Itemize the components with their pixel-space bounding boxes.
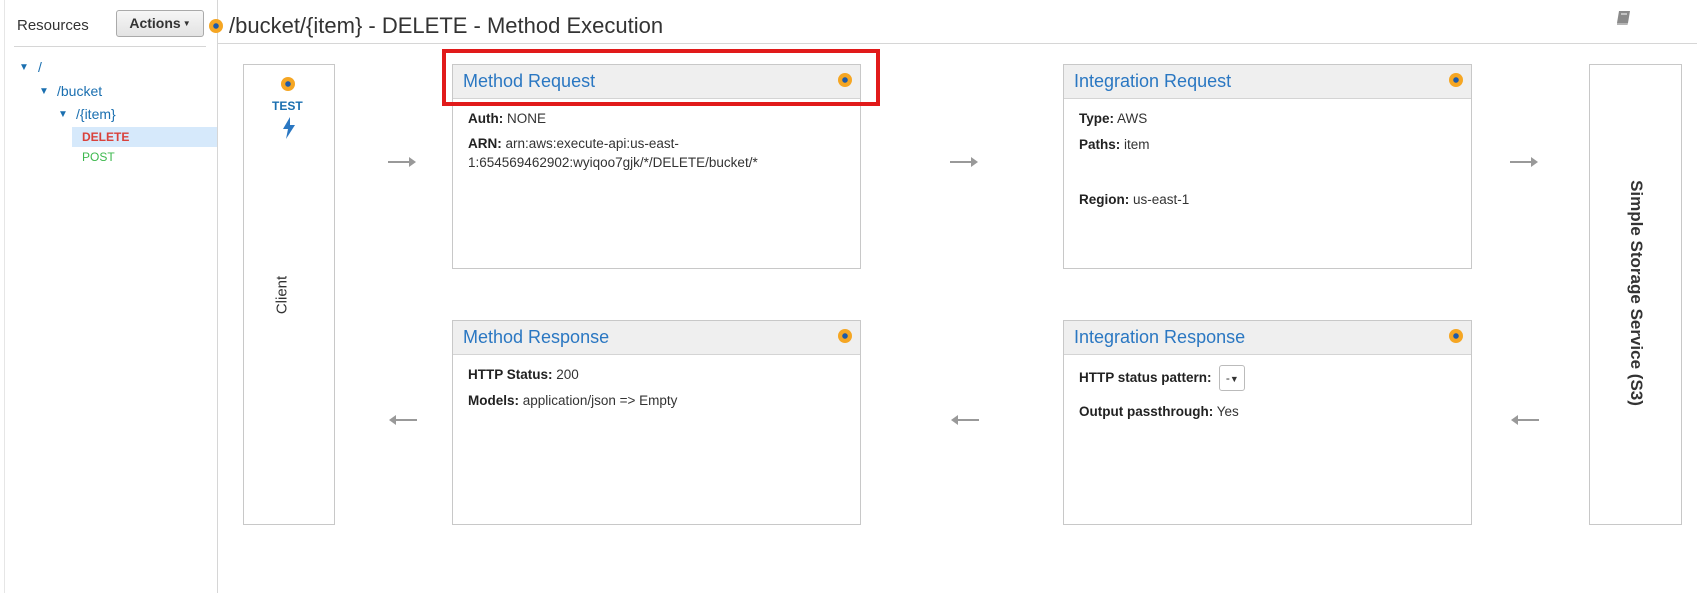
integration-response-header: Integration Response [1064, 321, 1471, 355]
tree-item-root[interactable]: / [38, 59, 42, 75]
arrow-right-icon [950, 157, 978, 167]
tree-item-item[interactable]: /{item} [76, 106, 116, 122]
status-pattern-select[interactable]: -▼ [1219, 365, 1246, 392]
window-edge [4, 0, 5, 593]
region-value: us-east-1 [1133, 192, 1190, 207]
dot-status-icon [1449, 329, 1463, 343]
integration-request-header: Integration Request [1064, 65, 1471, 99]
arrow-left-icon [951, 415, 979, 425]
triangle-down-icon[interactable]: ▼ [58, 109, 68, 120]
http-status-label: HTTP Status: [468, 367, 553, 382]
tree-method-post[interactable]: POST [82, 150, 115, 164]
caret-down-icon: ▼ [182, 19, 191, 28]
integration-response-card: Integration Response HTTP status pattern… [1063, 320, 1472, 525]
test-link[interactable]: TEST [272, 99, 303, 113]
output-passthrough-value: Yes [1216, 404, 1239, 419]
http-status-field: HTTP Status: 200 [468, 365, 579, 384]
arrow-left-icon [1511, 415, 1539, 425]
dot-status-icon [209, 19, 223, 33]
type-field: Type: AWS [1079, 109, 1147, 128]
chevron-down-icon: ▼ [1229, 374, 1239, 385]
triangle-down-icon[interactable]: ▼ [19, 62, 29, 73]
arn-field: ARN: arn:aws:execute-api:us-east- 1:6545… [468, 134, 758, 172]
type-label: Type: [1079, 111, 1115, 126]
dot-status-icon [1449, 73, 1463, 87]
integration-request-card: Integration Request Type: AWS Paths: ite… [1063, 64, 1472, 269]
http-status-value: 200 [556, 367, 579, 382]
region-field: Region: us-east-1 [1079, 190, 1189, 209]
s3-label: Simple Storage Service (S3) [1627, 180, 1646, 406]
status-pattern-label: HTTP status pattern: [1079, 370, 1212, 385]
arn-value-line1: arn:aws:execute-api:us-east- [505, 136, 679, 151]
client-label: Client [273, 275, 291, 315]
auth-field: Auth: NONE [468, 109, 546, 128]
tree-method-delete[interactable]: DELETE [82, 130, 129, 144]
output-passthrough-field: Output passthrough: Yes [1079, 402, 1239, 421]
integration-response-title[interactable]: Integration Response [1074, 327, 1245, 348]
resources-label: Resources [17, 17, 89, 34]
sidebar-divider [217, 0, 218, 593]
models-label: Models: [468, 393, 520, 408]
auth-value: NONE [507, 111, 547, 126]
triangle-down-icon[interactable]: ▼ [39, 86, 49, 97]
highlight-box [442, 49, 880, 106]
dot-status-icon [281, 77, 295, 91]
arn-label: ARN: [468, 136, 502, 151]
region-label: Region: [1079, 192, 1130, 207]
arn-value-line2: 1:654569462902:wyiqoo7gjk/*/DELETE/bucke… [468, 155, 758, 170]
integration-request-title[interactable]: Integration Request [1074, 71, 1231, 92]
actions-button-label: Actions [129, 15, 181, 31]
page-title: /bucket/{item} - DELETE - Method Executi… [229, 13, 664, 38]
book-icon[interactable] [1614, 8, 1634, 33]
paths-label: Paths: [1079, 137, 1121, 152]
arrow-left-icon [389, 415, 417, 425]
type-value: AWS [1117, 111, 1148, 126]
title-separator [218, 43, 1697, 44]
bolt-icon[interactable] [282, 117, 296, 144]
method-response-header: Method Response [453, 321, 860, 355]
status-pattern-field: HTTP status pattern: -▼ [1079, 364, 1246, 392]
tree-item-bucket[interactable]: /bucket [57, 83, 102, 99]
auth-label: Auth: [468, 111, 504, 126]
models-field: Models: application/json => Empty [468, 391, 677, 410]
arrow-right-icon [388, 157, 416, 167]
paths-value: item [1124, 137, 1150, 152]
method-response-card: Method Response HTTP Status: 200 Models:… [452, 320, 861, 525]
sidebar-separator [14, 46, 206, 47]
output-passthrough-label: Output passthrough: [1079, 404, 1214, 419]
paths-field: Paths: item [1079, 135, 1150, 154]
actions-button[interactable]: Actions ▼ [116, 10, 204, 37]
models-value: application/json => Empty [522, 393, 678, 408]
arrow-right-icon [1510, 157, 1538, 167]
dot-status-icon [838, 329, 852, 343]
method-response-title[interactable]: Method Response [463, 327, 609, 348]
